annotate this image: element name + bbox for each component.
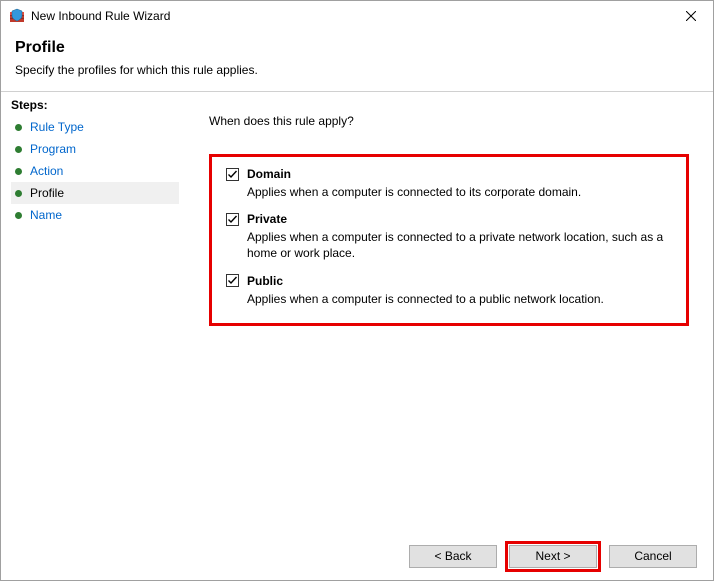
checkbox-domain[interactable] [226,168,239,181]
step-label: Program [30,142,76,156]
wizard-header: Profile Specify the profiles for which t… [1,31,713,91]
checkbox-public[interactable] [226,274,239,287]
step-name[interactable]: Name [11,204,179,226]
profile-public-desc: Applies when a computer is connected to … [247,291,668,307]
wizard-main: Steps: Rule Type Program Action Profile … [1,92,713,532]
wizard-content: When does this rule apply? Domain Applie… [179,92,713,532]
steps-sidebar: Steps: Rule Type Program Action Profile … [1,92,179,532]
steps-title: Steps: [11,98,179,112]
checkmark-icon [227,169,238,180]
page-subtitle: Specify the profiles for which this rule… [15,63,699,77]
step-dot-icon [15,190,22,197]
checkbox-private[interactable] [226,213,239,226]
window-title: New Inbound Rule Wizard [31,9,668,23]
step-action[interactable]: Action [11,160,179,182]
close-icon [686,11,696,21]
step-profile[interactable]: Profile [11,182,179,204]
profile-public-row: Public Applies when a computer is connec… [226,274,668,307]
next-highlight-box: Next > [505,541,601,572]
profile-private-row: Private Applies when a computer is conne… [226,212,668,261]
content-question: When does this rule apply? [209,114,689,128]
step-dot-icon [15,124,22,131]
profile-public-head: Public [226,274,668,288]
profile-domain-row: Domain Applies when a computer is connec… [226,167,668,200]
wizard-footer: < Back Next > Cancel [1,532,713,580]
step-label: Rule Type [30,120,84,134]
checkmark-icon [227,275,238,286]
profile-private-label: Private [247,212,287,226]
step-rule-type[interactable]: Rule Type [11,116,179,138]
step-label: Name [30,208,62,222]
titlebar: New Inbound Rule Wizard [1,1,713,31]
profile-domain-desc: Applies when a computer is connected to … [247,184,668,200]
step-label: Action [30,164,63,178]
profile-domain-label: Domain [247,167,291,181]
profiles-highlight-box: Domain Applies when a computer is connec… [209,154,689,326]
step-dot-icon [15,212,22,219]
checkmark-icon [227,214,238,225]
wizard-window: New Inbound Rule Wizard Profile Specify … [0,0,714,581]
next-button[interactable]: Next > [509,545,597,568]
close-button[interactable] [668,1,713,31]
profile-public-label: Public [247,274,283,288]
cancel-button[interactable]: Cancel [609,545,697,568]
back-button[interactable]: < Back [409,545,497,568]
firewall-icon [9,8,25,24]
profile-private-head: Private [226,212,668,226]
profile-private-desc: Applies when a computer is connected to … [247,229,668,261]
step-program[interactable]: Program [11,138,179,160]
page-title: Profile [15,39,699,57]
step-label: Profile [30,186,64,200]
profile-domain-head: Domain [226,167,668,181]
step-dot-icon [15,168,22,175]
step-dot-icon [15,146,22,153]
